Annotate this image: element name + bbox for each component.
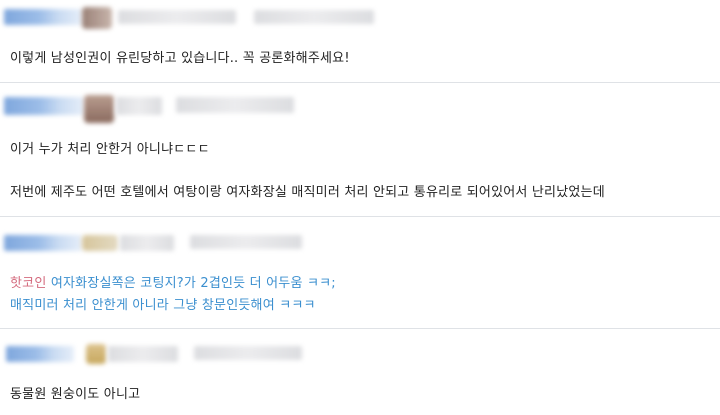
comment-item: 핫코인 여자화장실쪽은 코팅지?가 2겹인듯 더 어두움 ㅋㅋ; 매직미러 처리… — [0, 217, 720, 328]
censored-username — [4, 9, 82, 25]
comment-meta-censored — [0, 344, 420, 366]
comment-text: 저번에 제주도 어떤 호텔에서 여탕이랑 여자화장실 매직미러 처리 안되고 통… — [10, 185, 605, 200]
censored-meta — [120, 235, 174, 251]
censored-meta — [116, 97, 162, 115]
censored-username — [6, 346, 74, 362]
comment-text: 이거 누가 처리 안한거 아니냐ㄷㄷㄷ — [10, 142, 210, 157]
censored-meta — [194, 346, 302, 360]
comment-meta-censored — [0, 5, 400, 29]
censored-meta — [254, 10, 374, 24]
censored-meta — [176, 97, 294, 113]
reply-text: 매직미러 처리 안한게 아니라 그냥 창문인듯해여 ㅋㅋㅋ — [10, 298, 316, 313]
censored-meta — [190, 235, 302, 249]
reply-text: 여자화장실쪽은 코팅지?가 2겹인듯 더 어두움 ㅋㅋ; — [50, 276, 336, 291]
reply-line: 핫코인 여자화장실쪽은 코팅지?가 2겹인듯 더 어두움 ㅋㅋ; — [10, 275, 336, 293]
censored-meta — [118, 10, 236, 24]
comment-item: 동물원 원숭이도 아니고 — [0, 329, 720, 415]
comment-meta-censored — [0, 233, 400, 255]
censored-meta — [108, 346, 178, 362]
censored-avatar — [84, 95, 114, 123]
comment-text: 이렇게 남성인권이 유린당하고 있습니다.. 꼭 공론화해주세요! — [10, 51, 350, 66]
comment-item: 이거 누가 처리 안한거 아니냐ㄷㄷㄷ 저번에 제주도 어떤 호텔에서 여탕이랑… — [0, 83, 720, 216]
reply-author[interactable]: 핫코인 — [10, 276, 46, 291]
comment-text: 동물원 원숭이도 아니고 — [10, 387, 141, 402]
comment-meta-censored — [0, 93, 400, 123]
censored-username — [4, 97, 84, 115]
comment-item: 이렇게 남성인권이 유린당하고 있습니다.. 꼭 공론화해주세요! — [0, 0, 720, 82]
censored-username — [4, 235, 82, 251]
censored-avatar — [82, 7, 112, 29]
censored-avatar — [82, 235, 118, 251]
censored-avatar — [86, 344, 106, 364]
